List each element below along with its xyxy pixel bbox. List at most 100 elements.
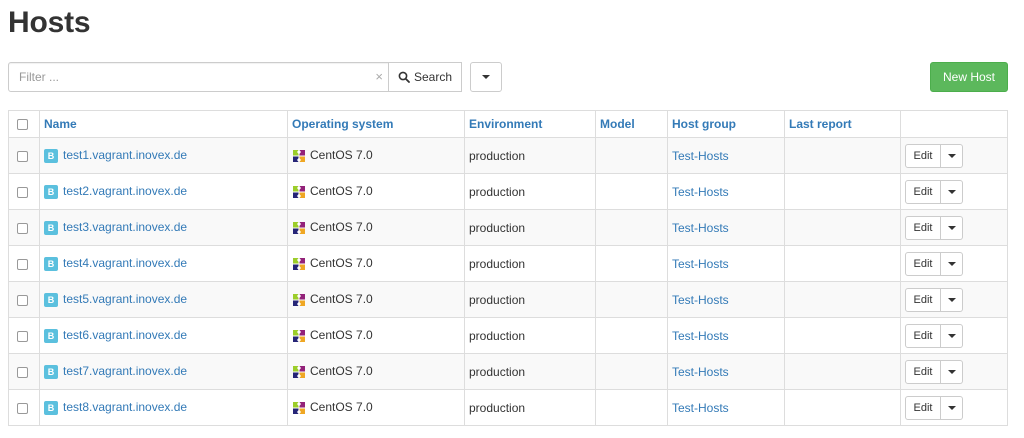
model-cell [595,245,668,282]
row-select-cell [8,245,40,282]
host-group-cell: Test-Hosts [667,245,785,282]
edit-dropdown-toggle[interactable] [941,359,963,384]
edit-dropdown-toggle[interactable] [941,395,963,420]
table-header-row: Name Operating system Environment Model … [8,110,1008,138]
chevron-down-icon [947,261,956,266]
edit-dropdown-toggle[interactable] [941,179,963,204]
last-report-cell [784,353,901,390]
toolbar: × Search New Host [8,62,1008,92]
host-status-icon: B [44,184,58,199]
column-header-environment[interactable]: Environment [464,110,596,138]
host-group-link[interactable]: Test-Hosts [672,185,729,199]
chevron-down-icon [947,333,956,338]
os-cell: CentOS 7.0 [287,245,465,282]
search-button[interactable]: Search [388,62,462,92]
edit-dropdown-toggle[interactable] [941,215,963,240]
last-report-cell [784,245,901,282]
last-report-cell [784,281,901,318]
os-cell: CentOS 7.0 [287,173,465,210]
filter-box: × [8,62,390,92]
host-name-cell: Btest4.vagrant.inovex.de [39,245,288,282]
model-cell [595,353,668,390]
host-group-link[interactable]: Test-Hosts [672,293,729,307]
host-group-cell: Test-Hosts [667,281,785,318]
model-cell [595,317,668,354]
row-checkbox[interactable] [17,366,28,378]
row-checkbox[interactable] [17,150,28,162]
edit-button-group: Edit [905,215,963,240]
table-row: Btest4.vagrant.inovex.de CentOS 7.0 prod… [8,245,1008,282]
host-group-link[interactable]: Test-Hosts [672,401,729,415]
os-label: CentOS 7.0 [310,184,373,199]
clear-filter-icon[interactable]: × [375,70,383,84]
column-header-last-report[interactable]: Last report [784,110,901,138]
edit-dropdown-toggle[interactable] [941,287,963,312]
edit-dropdown-toggle[interactable] [941,251,963,276]
host-name-link[interactable]: test2.vagrant.inovex.de [63,184,187,198]
edit-button[interactable]: Edit [905,323,941,348]
host-status-icon: B [44,364,58,379]
filter-input[interactable] [9,63,369,91]
actions-cell: Edit [900,281,1008,318]
table-row: Btest5.vagrant.inovex.de CentOS 7.0 prod… [8,281,1008,318]
environment-cell: production [464,281,596,318]
host-name-link[interactable]: test8.vagrant.inovex.de [63,400,187,414]
host-name-cell: Btest7.vagrant.inovex.de [39,353,288,390]
host-name-cell: Btest1.vagrant.inovex.de [39,137,288,174]
host-name-link[interactable]: test5.vagrant.inovex.de [63,292,187,306]
row-checkbox[interactable] [17,294,28,306]
edit-button-group: Edit [905,143,963,168]
edit-button[interactable]: Edit [905,359,941,384]
edit-button[interactable]: Edit [905,251,941,276]
row-checkbox[interactable] [17,330,28,342]
search-button-label: Search [413,70,453,84]
os-label: CentOS 7.0 [310,256,373,271]
column-header-model[interactable]: Model [595,110,668,138]
host-name-link[interactable]: test3.vagrant.inovex.de [63,220,187,234]
os-cell: CentOS 7.0 [287,317,465,354]
host-group-link[interactable]: Test-Hosts [672,221,729,235]
actions-cell: Edit [900,389,1008,426]
host-name-cell: Btest8.vagrant.inovex.de [39,389,288,426]
os-cell: CentOS 7.0 [287,389,465,426]
actions-cell: Edit [900,245,1008,282]
os-label: CentOS 7.0 [310,148,373,163]
actions-cell: Edit [900,353,1008,390]
column-header-os[interactable]: Operating system [287,110,465,138]
row-checkbox[interactable] [17,402,28,414]
row-checkbox[interactable] [17,186,28,198]
host-group-link[interactable]: Test-Hosts [672,257,729,271]
row-checkbox[interactable] [17,258,28,270]
search-icon [398,71,410,83]
host-name-link[interactable]: test7.vagrant.inovex.de [63,364,187,378]
edit-button-group: Edit [905,287,963,312]
chevron-down-icon [947,405,956,410]
row-select-cell [8,389,40,426]
edit-button-group: Edit [905,395,963,420]
edit-button[interactable]: Edit [905,287,941,312]
edit-button[interactable]: Edit [905,395,941,420]
centos-logo-icon [293,329,305,343]
select-all-checkbox[interactable] [17,119,28,131]
host-group-link[interactable]: Test-Hosts [672,149,729,163]
column-header-name[interactable]: Name [39,110,288,138]
new-host-button[interactable]: New Host [930,62,1008,92]
edit-button[interactable]: Edit [905,179,941,204]
edit-button[interactable]: Edit [905,215,941,240]
host-name-link[interactable]: test6.vagrant.inovex.de [63,328,187,342]
edit-button-group: Edit [905,179,963,204]
edit-button[interactable]: Edit [905,143,941,168]
host-group-link[interactable]: Test-Hosts [672,329,729,343]
os-label: CentOS 7.0 [310,328,373,343]
environment-cell: production [464,317,596,354]
os-cell: CentOS 7.0 [287,281,465,318]
row-checkbox[interactable] [17,222,28,234]
edit-dropdown-toggle[interactable] [941,323,963,348]
host-group-link[interactable]: Test-Hosts [672,365,729,379]
edit-dropdown-toggle[interactable] [941,143,963,168]
column-header-host-group[interactable]: Host group [667,110,785,138]
host-name-link[interactable]: test1.vagrant.inovex.de [63,148,187,162]
search-options-dropdown[interactable] [470,62,502,92]
table-row: Btest6.vagrant.inovex.de CentOS 7.0 prod… [8,317,1008,354]
host-name-link[interactable]: test4.vagrant.inovex.de [63,256,187,270]
